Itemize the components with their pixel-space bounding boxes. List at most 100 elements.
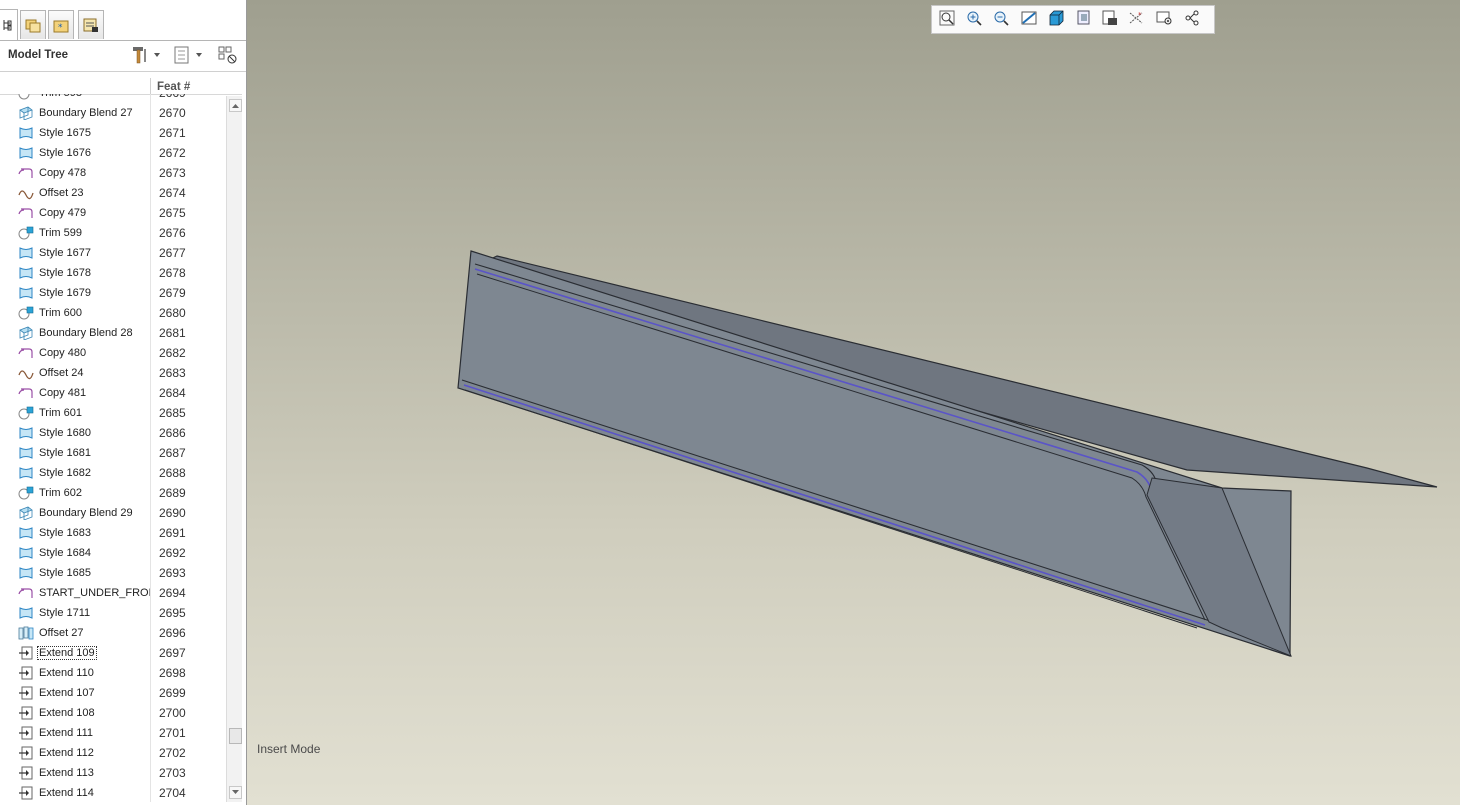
tree-row[interactable]: Style 1675 2671 bbox=[0, 123, 226, 143]
tree-row[interactable]: START_UNDER_FRONT 2694 bbox=[0, 583, 226, 603]
tree-row[interactable]: Trim 600 2680 bbox=[0, 303, 226, 323]
tree-row[interactable]: Boundary Blend 29 2690 bbox=[0, 503, 226, 523]
tree-row[interactable]: Style 1681 2687 bbox=[0, 443, 226, 463]
feat-number-column-label[interactable]: Feat # bbox=[157, 81, 190, 93]
style-icon bbox=[18, 126, 34, 140]
tree-row[interactable]: Extend 113 2703 bbox=[0, 763, 226, 783]
tree-row[interactable]: Extend 109 2697 bbox=[0, 643, 226, 663]
feature-name: Copy 479 bbox=[39, 207, 87, 219]
tree-row[interactable]: Trim 599 2676 bbox=[0, 223, 226, 243]
extend-icon bbox=[18, 746, 34, 760]
zoom-in-button[interactable] bbox=[963, 9, 985, 30]
spin-center-button[interactable] bbox=[1154, 9, 1176, 30]
feature-number: 2671 bbox=[159, 126, 186, 140]
tree-scrollbar[interactable] bbox=[226, 96, 242, 802]
refit-icon bbox=[939, 10, 955, 29]
tree-row[interactable]: Style 1680 2686 bbox=[0, 423, 226, 443]
refit-button[interactable] bbox=[936, 9, 958, 30]
tree-row[interactable]: Extend 114 2704 bbox=[0, 783, 226, 802]
feature-number: 2689 bbox=[159, 486, 186, 500]
annotation-display-button[interactable] bbox=[1181, 9, 1203, 30]
tree-row[interactable]: Style 1684 2692 bbox=[0, 543, 226, 563]
column-separator bbox=[150, 503, 151, 523]
settings-button[interactable] bbox=[130, 45, 160, 65]
feature-number: 2679 bbox=[159, 286, 186, 300]
column-divider[interactable] bbox=[150, 78, 151, 94]
graphics-viewport[interactable]: * Insert Mode bbox=[247, 0, 1460, 805]
column-separator bbox=[150, 323, 151, 343]
tree-row[interactable]: Copy 479 2675 bbox=[0, 203, 226, 223]
tree-row[interactable]: Offset 24 2683 bbox=[0, 363, 226, 383]
tree-row[interactable]: Copy 481 2684 bbox=[0, 383, 226, 403]
show-columns-button[interactable] bbox=[174, 45, 202, 65]
tree-row[interactable]: Style 1679 2679 bbox=[0, 283, 226, 303]
column-separator bbox=[150, 583, 151, 603]
layers-tab[interactable] bbox=[78, 10, 104, 39]
feature-number: 2696 bbox=[159, 626, 186, 640]
tree-row[interactable]: Trim 598 2669 bbox=[0, 94, 226, 103]
feature-number: 2677 bbox=[159, 246, 186, 260]
chevron-down-icon bbox=[232, 790, 239, 794]
feature-name: Style 1684 bbox=[39, 547, 91, 559]
feature-name: START_UNDER_FRONT bbox=[39, 587, 150, 599]
datum-display-icon: * bbox=[1128, 10, 1146, 29]
tree-row[interactable]: Trim 602 2689 bbox=[0, 483, 226, 503]
feature-number: 2692 bbox=[159, 546, 186, 560]
tree-row[interactable]: Extend 111 2701 bbox=[0, 723, 226, 743]
tree-row[interactable]: Copy 478 2673 bbox=[0, 163, 226, 183]
tree-row[interactable]: Extend 108 2700 bbox=[0, 703, 226, 723]
scroll-up-button[interactable] bbox=[229, 99, 242, 112]
feature-name: Boundary Blend 28 bbox=[39, 327, 133, 339]
feature-number: 2702 bbox=[159, 746, 186, 760]
tree-row[interactable]: Style 1678 2678 bbox=[0, 263, 226, 283]
tree-row[interactable]: Style 1682 2688 bbox=[0, 463, 226, 483]
boundary-blend-icon bbox=[18, 506, 34, 521]
tree-row[interactable]: Extend 110 2698 bbox=[0, 663, 226, 683]
tree-row[interactable]: Copy 480 2682 bbox=[0, 343, 226, 363]
favorites-tab[interactable]: * bbox=[48, 10, 74, 39]
tree-filter-button[interactable] bbox=[218, 45, 238, 65]
scroll-thumb[interactable] bbox=[229, 728, 242, 744]
feature-number: 2683 bbox=[159, 366, 186, 380]
model-tree-header: Model Tree bbox=[0, 40, 246, 72]
tree-row[interactable]: Boundary Blend 28 2681 bbox=[0, 323, 226, 343]
tree-row[interactable]: Style 1711 2695 bbox=[0, 603, 226, 623]
extend-icon bbox=[18, 706, 34, 720]
view-toolbar: * bbox=[931, 5, 1215, 34]
extend-icon bbox=[18, 786, 34, 800]
folder-browser-tab[interactable] bbox=[20, 10, 46, 39]
tree-row[interactable]: Offset 23 2674 bbox=[0, 183, 226, 203]
extend-icon bbox=[18, 766, 34, 780]
feature-name: Extend 113 bbox=[39, 767, 94, 779]
feature-name: Extend 114 bbox=[39, 787, 94, 799]
model-tree-tab[interactable] bbox=[0, 9, 18, 40]
model-part[interactable] bbox=[247, 0, 1460, 805]
scroll-down-button[interactable] bbox=[229, 786, 242, 799]
tree-row[interactable]: Offset 27 2696 bbox=[0, 623, 226, 643]
zoom-out-button[interactable] bbox=[990, 9, 1012, 30]
tree-row[interactable]: Extend 107 2699 bbox=[0, 683, 226, 703]
style-icon bbox=[18, 286, 34, 300]
feature-name: Extend 108 bbox=[39, 707, 95, 719]
tree-row[interactable]: Boundary Blend 27 2670 bbox=[0, 103, 226, 123]
tree-row[interactable]: Trim 601 2685 bbox=[0, 403, 226, 423]
display-style-button[interactable] bbox=[1045, 9, 1067, 30]
column-separator bbox=[150, 563, 151, 583]
tree-row[interactable]: Extend 112 2702 bbox=[0, 743, 226, 763]
column-separator bbox=[150, 343, 151, 363]
saved-views-button[interactable] bbox=[1072, 9, 1094, 30]
view-manager-button[interactable] bbox=[1099, 9, 1121, 30]
datum-display-button[interactable]: * bbox=[1126, 9, 1148, 30]
tree-row[interactable]: Style 1683 2691 bbox=[0, 523, 226, 543]
tree-row[interactable]: Style 1676 2672 bbox=[0, 143, 226, 163]
model-tree-title: Model Tree bbox=[8, 49, 69, 61]
tree-row[interactable]: Style 1677 2677 bbox=[0, 243, 226, 263]
column-separator bbox=[150, 143, 151, 163]
column-separator bbox=[150, 243, 151, 263]
feature-name: Trim 598 bbox=[39, 94, 150, 99]
tree-row[interactable]: Style 1685 2693 bbox=[0, 563, 226, 583]
offset-icon bbox=[18, 186, 34, 200]
copy-icon bbox=[18, 346, 34, 360]
feature-name: Offset 27 bbox=[39, 627, 84, 639]
repaint-button[interactable] bbox=[1018, 9, 1040, 30]
